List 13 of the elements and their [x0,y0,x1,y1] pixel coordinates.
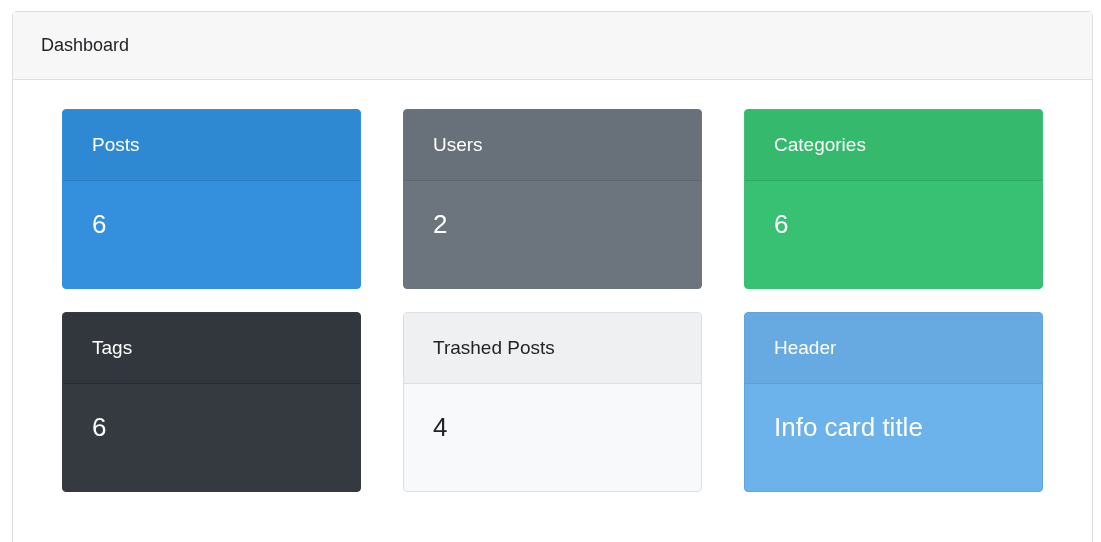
card-value: Info card title [774,411,923,444]
card-value: 6 [774,208,789,241]
card-value: 4 [433,411,448,444]
card-header: Tags [92,335,133,360]
card-header: Trashed Posts [433,335,555,360]
card-header: Users [433,132,483,157]
card-header: Categories [774,132,866,157]
panel-title: Dashboard [41,34,130,57]
card-header: Posts [92,132,140,157]
card-value: 6 [92,208,107,241]
card-value: 2 [433,208,448,241]
card-header: Header [774,335,837,360]
card-value: 6 [92,411,107,444]
